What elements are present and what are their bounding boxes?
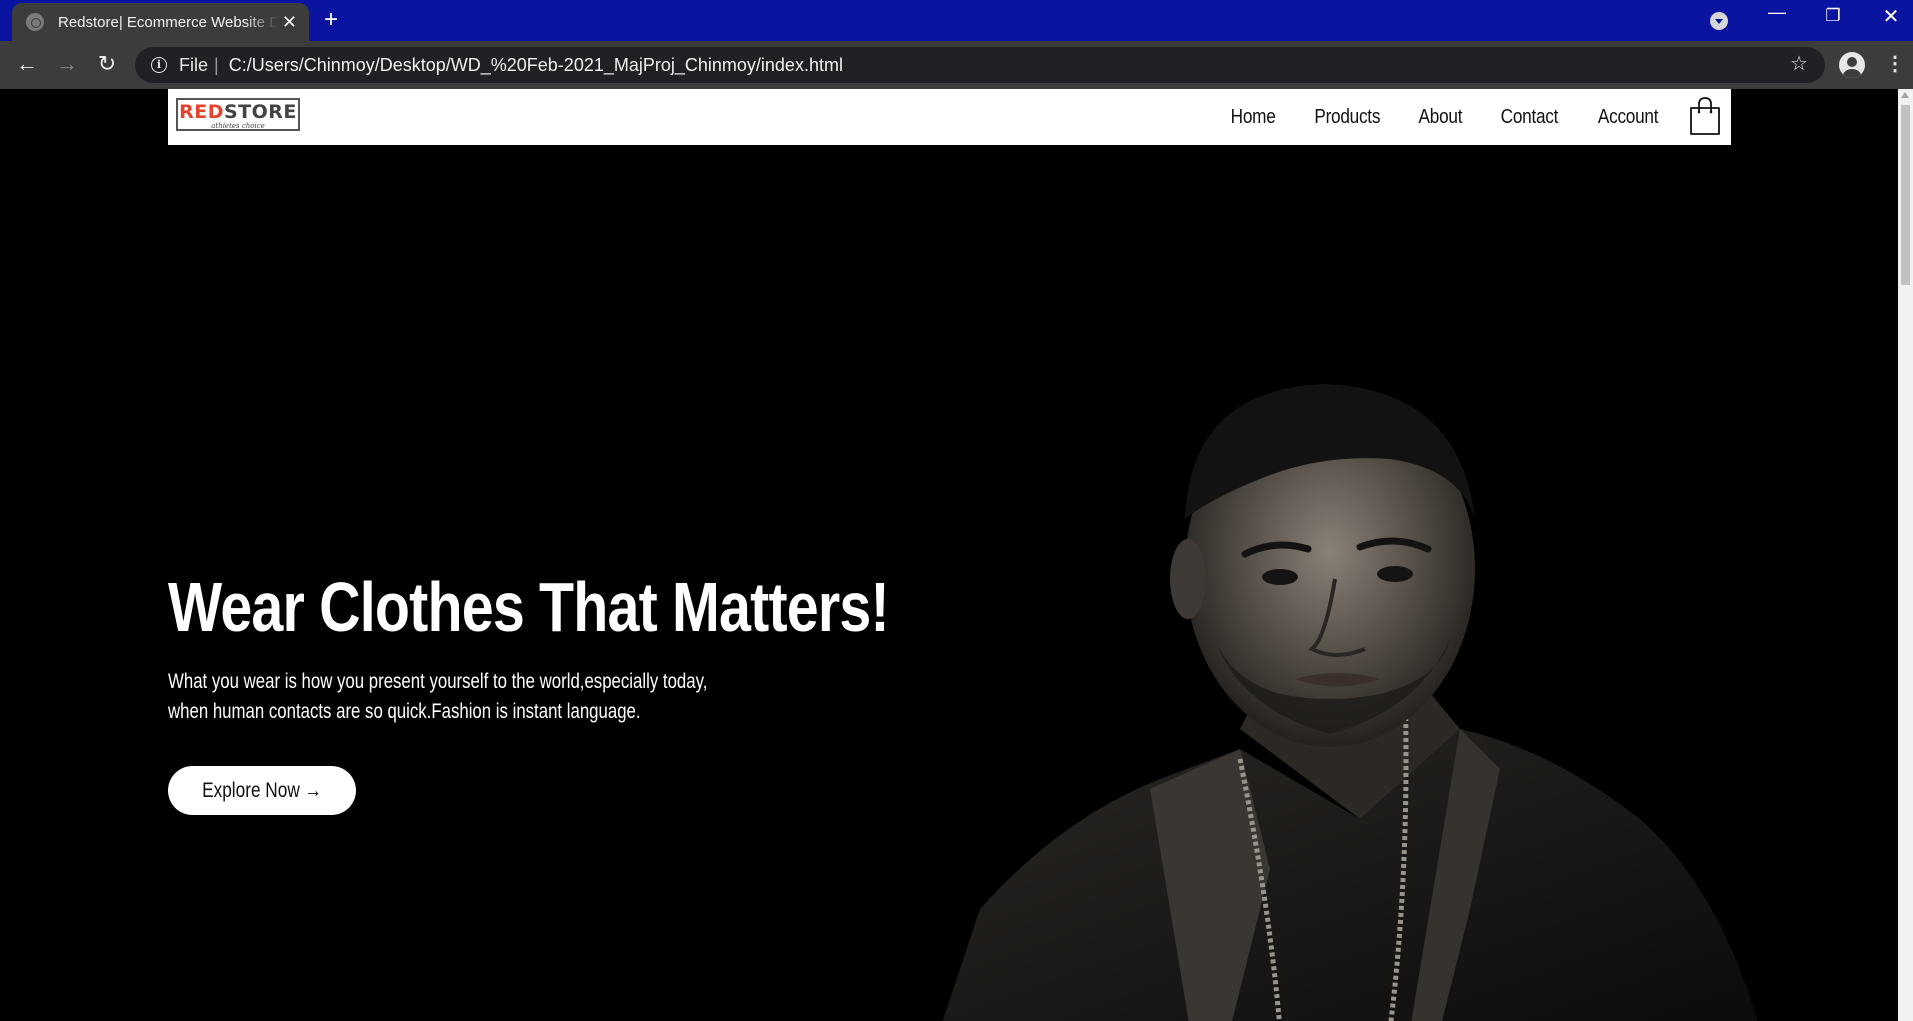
hero-description-line-2: when human contacts are so quick.Fashion…: [168, 700, 641, 723]
maximize-icon[interactable]: ❐: [1818, 6, 1848, 26]
address-separator: |: [214, 54, 219, 75]
browser-tab-bar: Redstore| Ecommerce Website Design ✕ + —…: [0, 0, 1913, 41]
forward-arrow-icon[interactable]: →: [53, 51, 81, 77]
hero-description-line-1: What you wear is how you present yoursel…: [168, 670, 708, 693]
globe-icon: [26, 13, 44, 31]
nav-products[interactable]: Products: [1314, 106, 1380, 129]
menu-dots-icon[interactable]: ⋮: [1885, 52, 1905, 76]
hero-description: What you wear is how you present yoursel…: [168, 667, 707, 727]
nav-home[interactable]: Home: [1230, 106, 1275, 129]
close-icon[interactable]: ✕: [1876, 4, 1906, 29]
minimize-icon[interactable]: —: [1762, 2, 1792, 23]
profile-icon[interactable]: [1839, 52, 1865, 78]
reload-icon[interactable]: ↻: [93, 51, 121, 77]
new-tab-button[interactable]: +: [324, 8, 338, 32]
address-scheme: File: [179, 54, 209, 75]
nav-menu: Home Products About Contact Account: [1227, 106, 1663, 129]
site-navbar: REDSTORE athletes choice Home Products A…: [168, 89, 1731, 145]
tab-close-button[interactable]: ✕: [282, 13, 297, 31]
explore-now-button[interactable]: Explore Now →: [168, 766, 356, 815]
hero-title: Wear Clothes That Matters!: [168, 568, 890, 646]
nav-account[interactable]: Account: [1598, 106, 1659, 129]
browser-tab[interactable]: Redstore| Ecommerce Website Design ✕: [12, 3, 309, 41]
page-viewport: REDSTORE athletes choice Home Products A…: [0, 89, 1898, 1021]
tab-search-icon[interactable]: [1710, 12, 1728, 30]
browser-toolbar: ← → ↻ i File | C:/Users/Chinmoy/Desktop/…: [0, 41, 1913, 89]
explore-now-label: Explore Now →: [202, 778, 322, 802]
shopping-bag-icon[interactable]: [1688, 96, 1722, 136]
star-icon[interactable]: ☆: [1790, 53, 1808, 75]
redstore-logo[interactable]: REDSTORE athletes choice: [176, 98, 300, 131]
back-arrow-icon[interactable]: ←: [13, 51, 41, 77]
url-text[interactable]: C:/Users/Chinmoy/Desktop/WD_%20Feb-2021_…: [229, 55, 843, 76]
address-bar[interactable]: i File | C:/Users/Chinmoy/Desktop/WD_%20…: [135, 47, 1825, 83]
hero-portrait-image: [942, 384, 1758, 1021]
info-icon[interactable]: i: [151, 57, 167, 73]
scrollbar-thumb[interactable]: [1901, 105, 1910, 285]
logo-tagline: athletes choice: [211, 122, 265, 130]
logo-wordmark: REDSTORE: [179, 101, 297, 123]
page-scrollbar[interactable]: [1898, 89, 1913, 1021]
nav-contact[interactable]: Contact: [1501, 106, 1559, 129]
nav-about[interactable]: About: [1419, 106, 1463, 129]
tab-title: Redstore| Ecommerce Website Design: [58, 13, 278, 31]
scroll-up-arrow-icon[interactable]: [1901, 92, 1909, 98]
